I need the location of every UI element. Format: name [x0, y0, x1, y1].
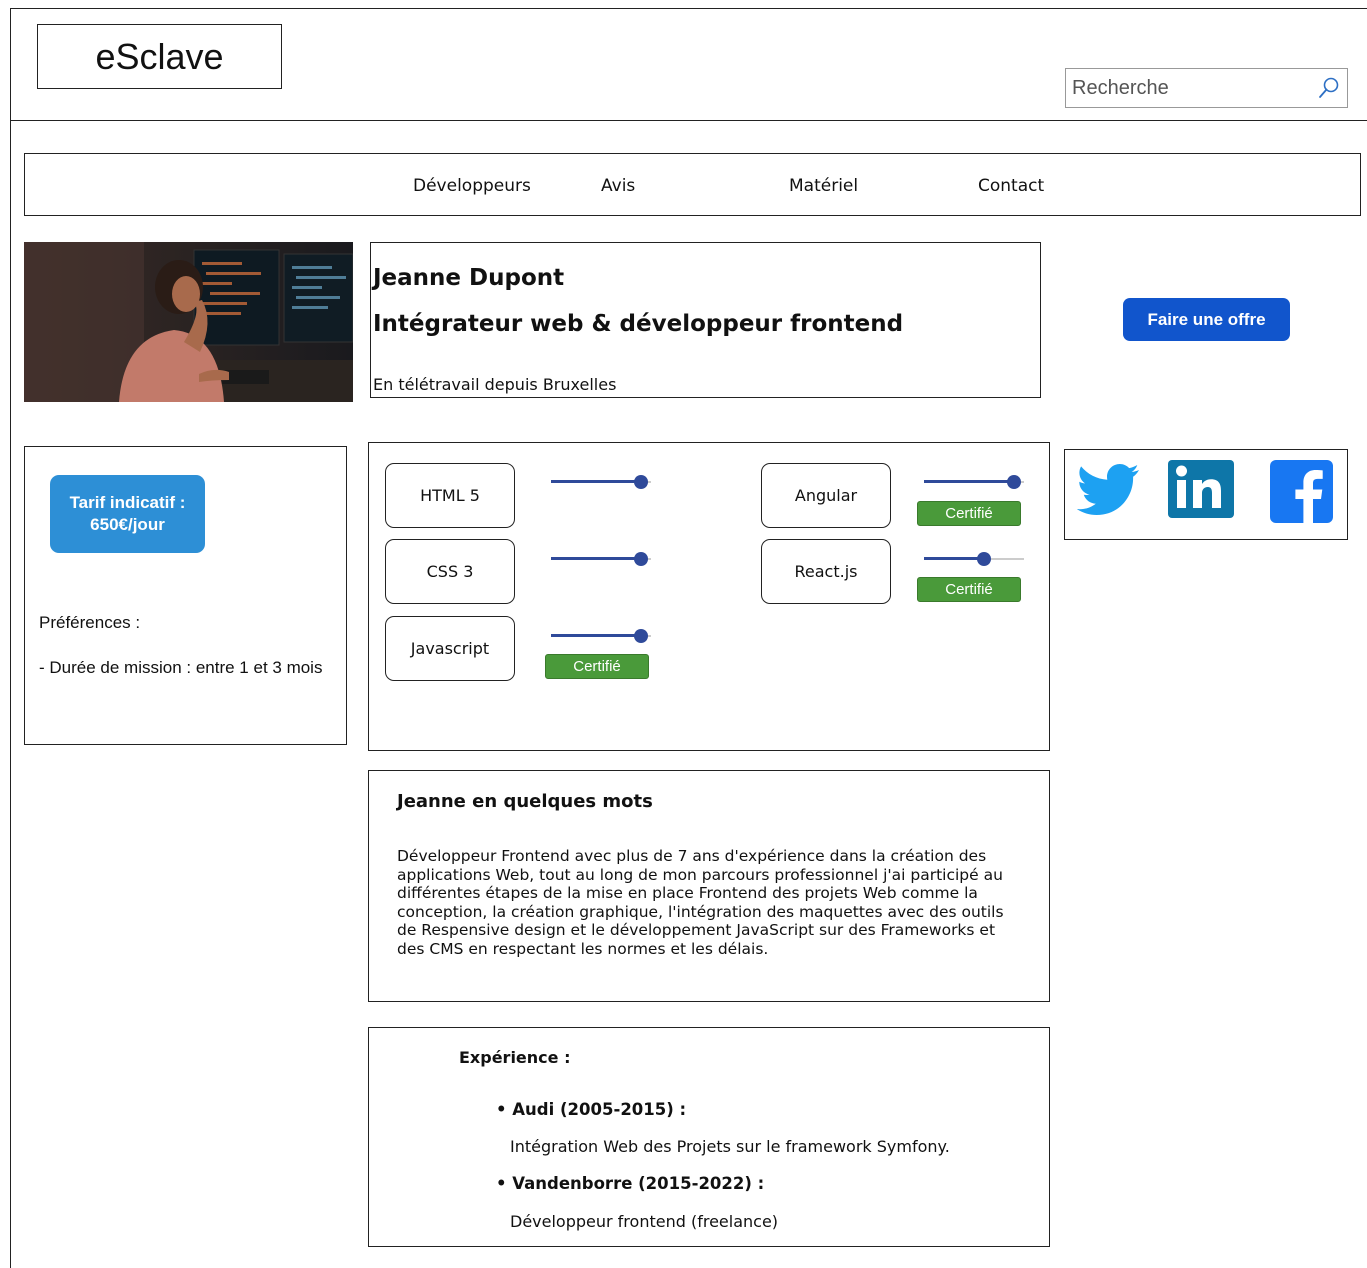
preferences-title: Préférences : [39, 613, 141, 632]
about-panel: Jeanne en quelques mots Développeur Fron… [368, 770, 1050, 1002]
skill-label: CSS 3 [426, 562, 474, 581]
certified-badge-reactjs: Certifié [917, 577, 1021, 602]
profile-location: En télétravail depuis Bruxelles [373, 375, 617, 394]
experience-title: Expérience : [459, 1048, 571, 1067]
nav-item-developpeurs[interactable]: Développeurs [413, 176, 531, 196]
skill-slider-html5[interactable] [551, 475, 651, 489]
profile-photo-image [24, 242, 353, 402]
slider-fill [551, 557, 641, 560]
profile-title: Intégrateur web & développeur frontend [373, 311, 904, 337]
certified-badge-angular: Certifié [917, 501, 1021, 526]
experience-panel: Expérience : • Audi (2005-2015) : Intégr… [368, 1027, 1050, 1247]
experience-item-heading: • Audi (2005-2015) : [496, 1100, 687, 1119]
header-divider [10, 120, 1367, 121]
search-icon[interactable] [1317, 76, 1341, 100]
linkedin-icon[interactable] [1168, 460, 1234, 518]
social-links-panel [1064, 449, 1348, 540]
experience-item-description: Développeur frontend (freelance) [510, 1212, 779, 1231]
rate-button[interactable]: Tarif indicatif : 650€/jour [50, 475, 205, 553]
profile-identity: Jeanne Dupont Intégrateur web & développ… [370, 242, 1041, 398]
skill-label: Javascript [410, 639, 490, 658]
logo-text: eSclave [95, 35, 224, 77]
about-text: Développeur Frontend avec plus de 7 ans … [397, 847, 1004, 958]
skill-label: HTML 5 [420, 486, 480, 505]
skill-css3: CSS 3 [385, 539, 515, 604]
twitter-icon[interactable] [1077, 464, 1141, 516]
nav-item-avis[interactable]: Avis [601, 176, 635, 196]
slider-knob[interactable] [634, 475, 648, 489]
profile-photo [24, 242, 353, 402]
slider-fill [551, 634, 641, 637]
skill-slider-reactjs[interactable] [924, 552, 1024, 566]
make-offer-button[interactable]: Faire une offre [1123, 298, 1290, 341]
main-nav: Développeurs Avis Matériel Contact [24, 153, 1361, 216]
skill-slider-angular[interactable] [924, 475, 1024, 489]
slider-fill [924, 557, 984, 560]
preferences-duration: - Durée de mission : entre 1 et 3 mois [39, 658, 323, 677]
facebook-icon[interactable] [1270, 460, 1333, 523]
rate-preferences-panel: Tarif indicatif : 650€/jour Préférences … [24, 446, 347, 745]
slider-knob[interactable] [977, 552, 991, 566]
profile-name: Jeanne Dupont [373, 265, 565, 291]
skill-slider-css3[interactable] [551, 552, 651, 566]
skill-label: Angular [794, 486, 858, 505]
rate-value: 650€/jour [90, 515, 165, 534]
search-box [1065, 68, 1348, 108]
nav-item-materiel[interactable]: Matériel [789, 176, 858, 196]
skill-slider-javascript[interactable] [551, 629, 651, 643]
nav-item-contact[interactable]: Contact [978, 176, 1044, 196]
slider-fill [924, 480, 1014, 483]
slider-fill [551, 480, 641, 483]
slider-knob[interactable] [634, 629, 648, 643]
skills-panel: HTML 5 CSS 3 Javascript Certifié Angular… [368, 442, 1050, 751]
experience-item-description: Intégration Web des Projets sur le frame… [510, 1137, 950, 1156]
search-input[interactable] [1066, 69, 1316, 107]
rate-label: Tarif indicatif : [69, 493, 186, 512]
skill-angular: Angular [761, 463, 891, 528]
about-title: Jeanne en quelques mots [397, 791, 653, 812]
slider-knob[interactable] [634, 552, 648, 566]
logo[interactable]: eSclave [37, 24, 282, 89]
certified-badge-javascript: Certifié [545, 654, 649, 679]
skill-reactjs: React.js [761, 539, 891, 604]
skill-html5: HTML 5 [385, 463, 515, 528]
skill-javascript: Javascript [385, 616, 515, 681]
skill-label: React.js [794, 562, 858, 581]
experience-item-heading: • Vandenborre (2015-2022) : [496, 1174, 765, 1193]
slider-knob[interactable] [1007, 475, 1021, 489]
